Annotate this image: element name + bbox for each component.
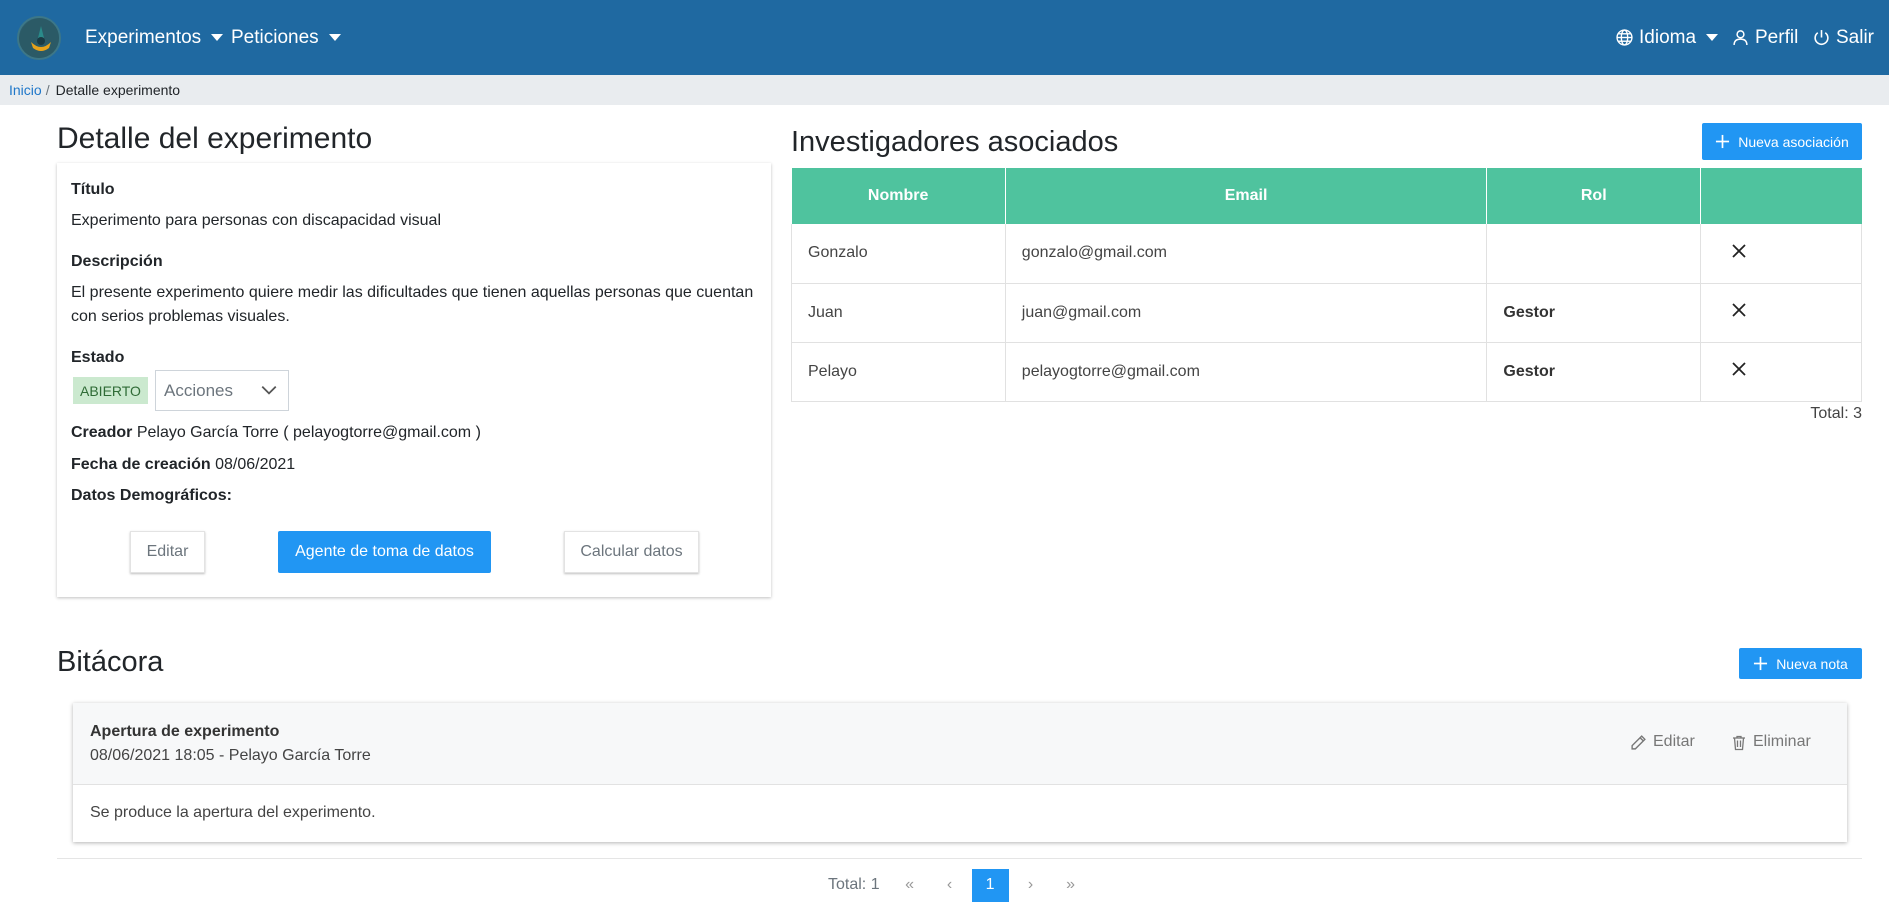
nav-salir[interactable]: Salir [1813, 0, 1874, 75]
delete-note-label: Eliminar [1753, 733, 1811, 750]
investigators-total: Total: 3 [1810, 405, 1862, 422]
app-logo[interactable] [17, 16, 61, 60]
column-header-actions [1700, 168, 1862, 224]
data-agent-button[interactable]: Agente de toma de datos [278, 531, 491, 573]
person-icon [1732, 29, 1749, 46]
next-page-button[interactable]: › [1011, 876, 1051, 894]
prev-page-button[interactable]: ‹ [930, 876, 970, 894]
delete-note-button[interactable]: Eliminar [1731, 733, 1811, 751]
acciones-select[interactable]: Acciones [155, 370, 289, 411]
descripcion-label: Descripción [71, 253, 163, 270]
plus-icon [1753, 656, 1768, 671]
creador-label: Creador [71, 424, 133, 441]
first-page-button[interactable]: « [890, 876, 930, 894]
cell-rol: Gestor [1486, 342, 1702, 402]
breadcrumb: Inicio / Detalle experimento [0, 75, 1889, 105]
edit-note-button[interactable]: Editar [1630, 733, 1695, 751]
table-row: Pelayo pelayogtorre@gmail.com Gestor [791, 342, 1862, 402]
chevron-down-icon [260, 381, 278, 404]
log-note-card: Apertura de experimento 08/06/2021 18:05… [73, 703, 1847, 842]
table-row: Gonzalo gonzalo@gmail.com [791, 224, 1862, 284]
remove-association-button[interactable] [1700, 342, 1862, 402]
trash-icon [1731, 734, 1753, 751]
acciones-select-value: Acciones [164, 380, 233, 400]
remove-association-button[interactable] [1700, 283, 1862, 343]
cell-nombre: Pelayo [791, 342, 1006, 402]
column-header-rol[interactable]: Rol [1486, 168, 1702, 224]
column-header-email[interactable]: Email [1005, 168, 1488, 224]
nav-idioma[interactable]: Idioma [1616, 0, 1719, 75]
cell-email: juan@gmail.com [1005, 283, 1488, 343]
new-association-button[interactable]: Nueva asociación [1702, 123, 1862, 160]
breadcrumb-separator: / [45, 82, 50, 98]
plus-icon [1715, 134, 1730, 149]
divider [57, 858, 1862, 859]
breadcrumb-current: Detalle experimento [55, 82, 181, 98]
pagination-total: Total: 1 [828, 876, 880, 893]
chevron-down-icon [328, 34, 341, 41]
page-button-current[interactable]: 1 [971, 868, 1009, 902]
edit-note-label: Editar [1653, 733, 1695, 750]
detail-heading: Detalle del experimento [57, 122, 373, 155]
chevron-down-icon [1706, 34, 1719, 41]
cell-email: gonzalo@gmail.com [1005, 224, 1488, 284]
pencil-icon [1630, 734, 1653, 751]
last-page-button[interactable]: » [1051, 876, 1091, 894]
nav-experimentos-label: Experimentos [85, 26, 202, 48]
note-title: Apertura de experimento [90, 723, 280, 740]
bitacora-heading: Bitácora [57, 646, 164, 678]
remove-association-button[interactable] [1700, 224, 1862, 284]
note-meta: 08/06/2021 18:05 - Pelayo García Torre [90, 747, 371, 764]
demograficos-label: Datos Demográficos: [71, 487, 232, 504]
estado-label: Estado [71, 349, 125, 366]
new-association-label: Nueva asociación [1738, 133, 1849, 150]
fecha-row: Fecha de creación 08/06/2021 [71, 453, 295, 477]
close-icon [1731, 244, 1747, 263]
navbar: Experimentos Peticiones Idioma Perfil Sa… [0, 0, 1889, 75]
cell-email: pelayogtorre@gmail.com [1005, 342, 1488, 402]
breadcrumb-home[interactable]: Inicio [9, 82, 42, 98]
column-header-nombre[interactable]: Nombre [791, 168, 1006, 224]
edit-button[interactable]: Editar [130, 531, 205, 573]
cell-nombre: Gonzalo [791, 224, 1006, 284]
table-header-row: Nombre Email Rol [791, 168, 1862, 224]
investigators-table: Nombre Email Rol Gonzalo gonzalo@gmail.c… [791, 168, 1862, 402]
cell-nombre: Juan [791, 283, 1006, 343]
close-icon [1731, 303, 1747, 322]
new-note-label: Nueva nota [1776, 655, 1848, 672]
cell-rol: Gestor [1486, 283, 1702, 343]
table-row: Juan juan@gmail.com Gestor [791, 283, 1862, 343]
titulo-value: Experimento para personas con discapacid… [71, 212, 441, 229]
creador-row: Creador Pelayo García Torre ( pelayogtor… [71, 421, 481, 445]
globe-icon [1616, 29, 1633, 46]
fecha-value: 08/06/2021 [215, 456, 296, 473]
note-body: Se produce la apertura del experimento. [90, 804, 376, 821]
status-badge: ABIERTO [73, 377, 148, 404]
note-header: Apertura de experimento 08/06/2021 18:05… [73, 703, 1847, 785]
nav-peticiones[interactable]: Peticiones [231, 0, 341, 75]
pagination: Total: 1 « ‹ 1 › » [828, 868, 1091, 902]
nav-salir-label: Salir [1836, 26, 1875, 48]
nav-perfil-label: Perfil [1755, 26, 1799, 48]
experiment-detail-card: Título Experimento para personas con dis… [57, 163, 771, 597]
investigators-heading: Investigadores asociados [791, 126, 1119, 158]
nav-idioma-label: Idioma [1639, 26, 1697, 48]
nav-experimentos[interactable]: Experimentos [85, 0, 224, 75]
nav-peticiones-label: Peticiones [231, 26, 319, 48]
nav-perfil[interactable]: Perfil [1732, 0, 1798, 75]
new-note-button[interactable]: Nueva nota [1739, 648, 1862, 679]
calculate-data-button[interactable]: Calcular datos [564, 531, 699, 573]
fecha-label: Fecha de creación [71, 456, 211, 473]
cell-rol [1486, 224, 1702, 284]
titulo-label: Título [71, 181, 115, 198]
descripcion-value: El presente experimento quiere medir las… [71, 284, 754, 325]
close-icon [1731, 362, 1747, 381]
power-icon [1813, 29, 1830, 46]
chevron-down-icon [211, 34, 224, 41]
creador-value: Pelayo García Torre ( pelayogtorre@gmail… [136, 424, 481, 441]
